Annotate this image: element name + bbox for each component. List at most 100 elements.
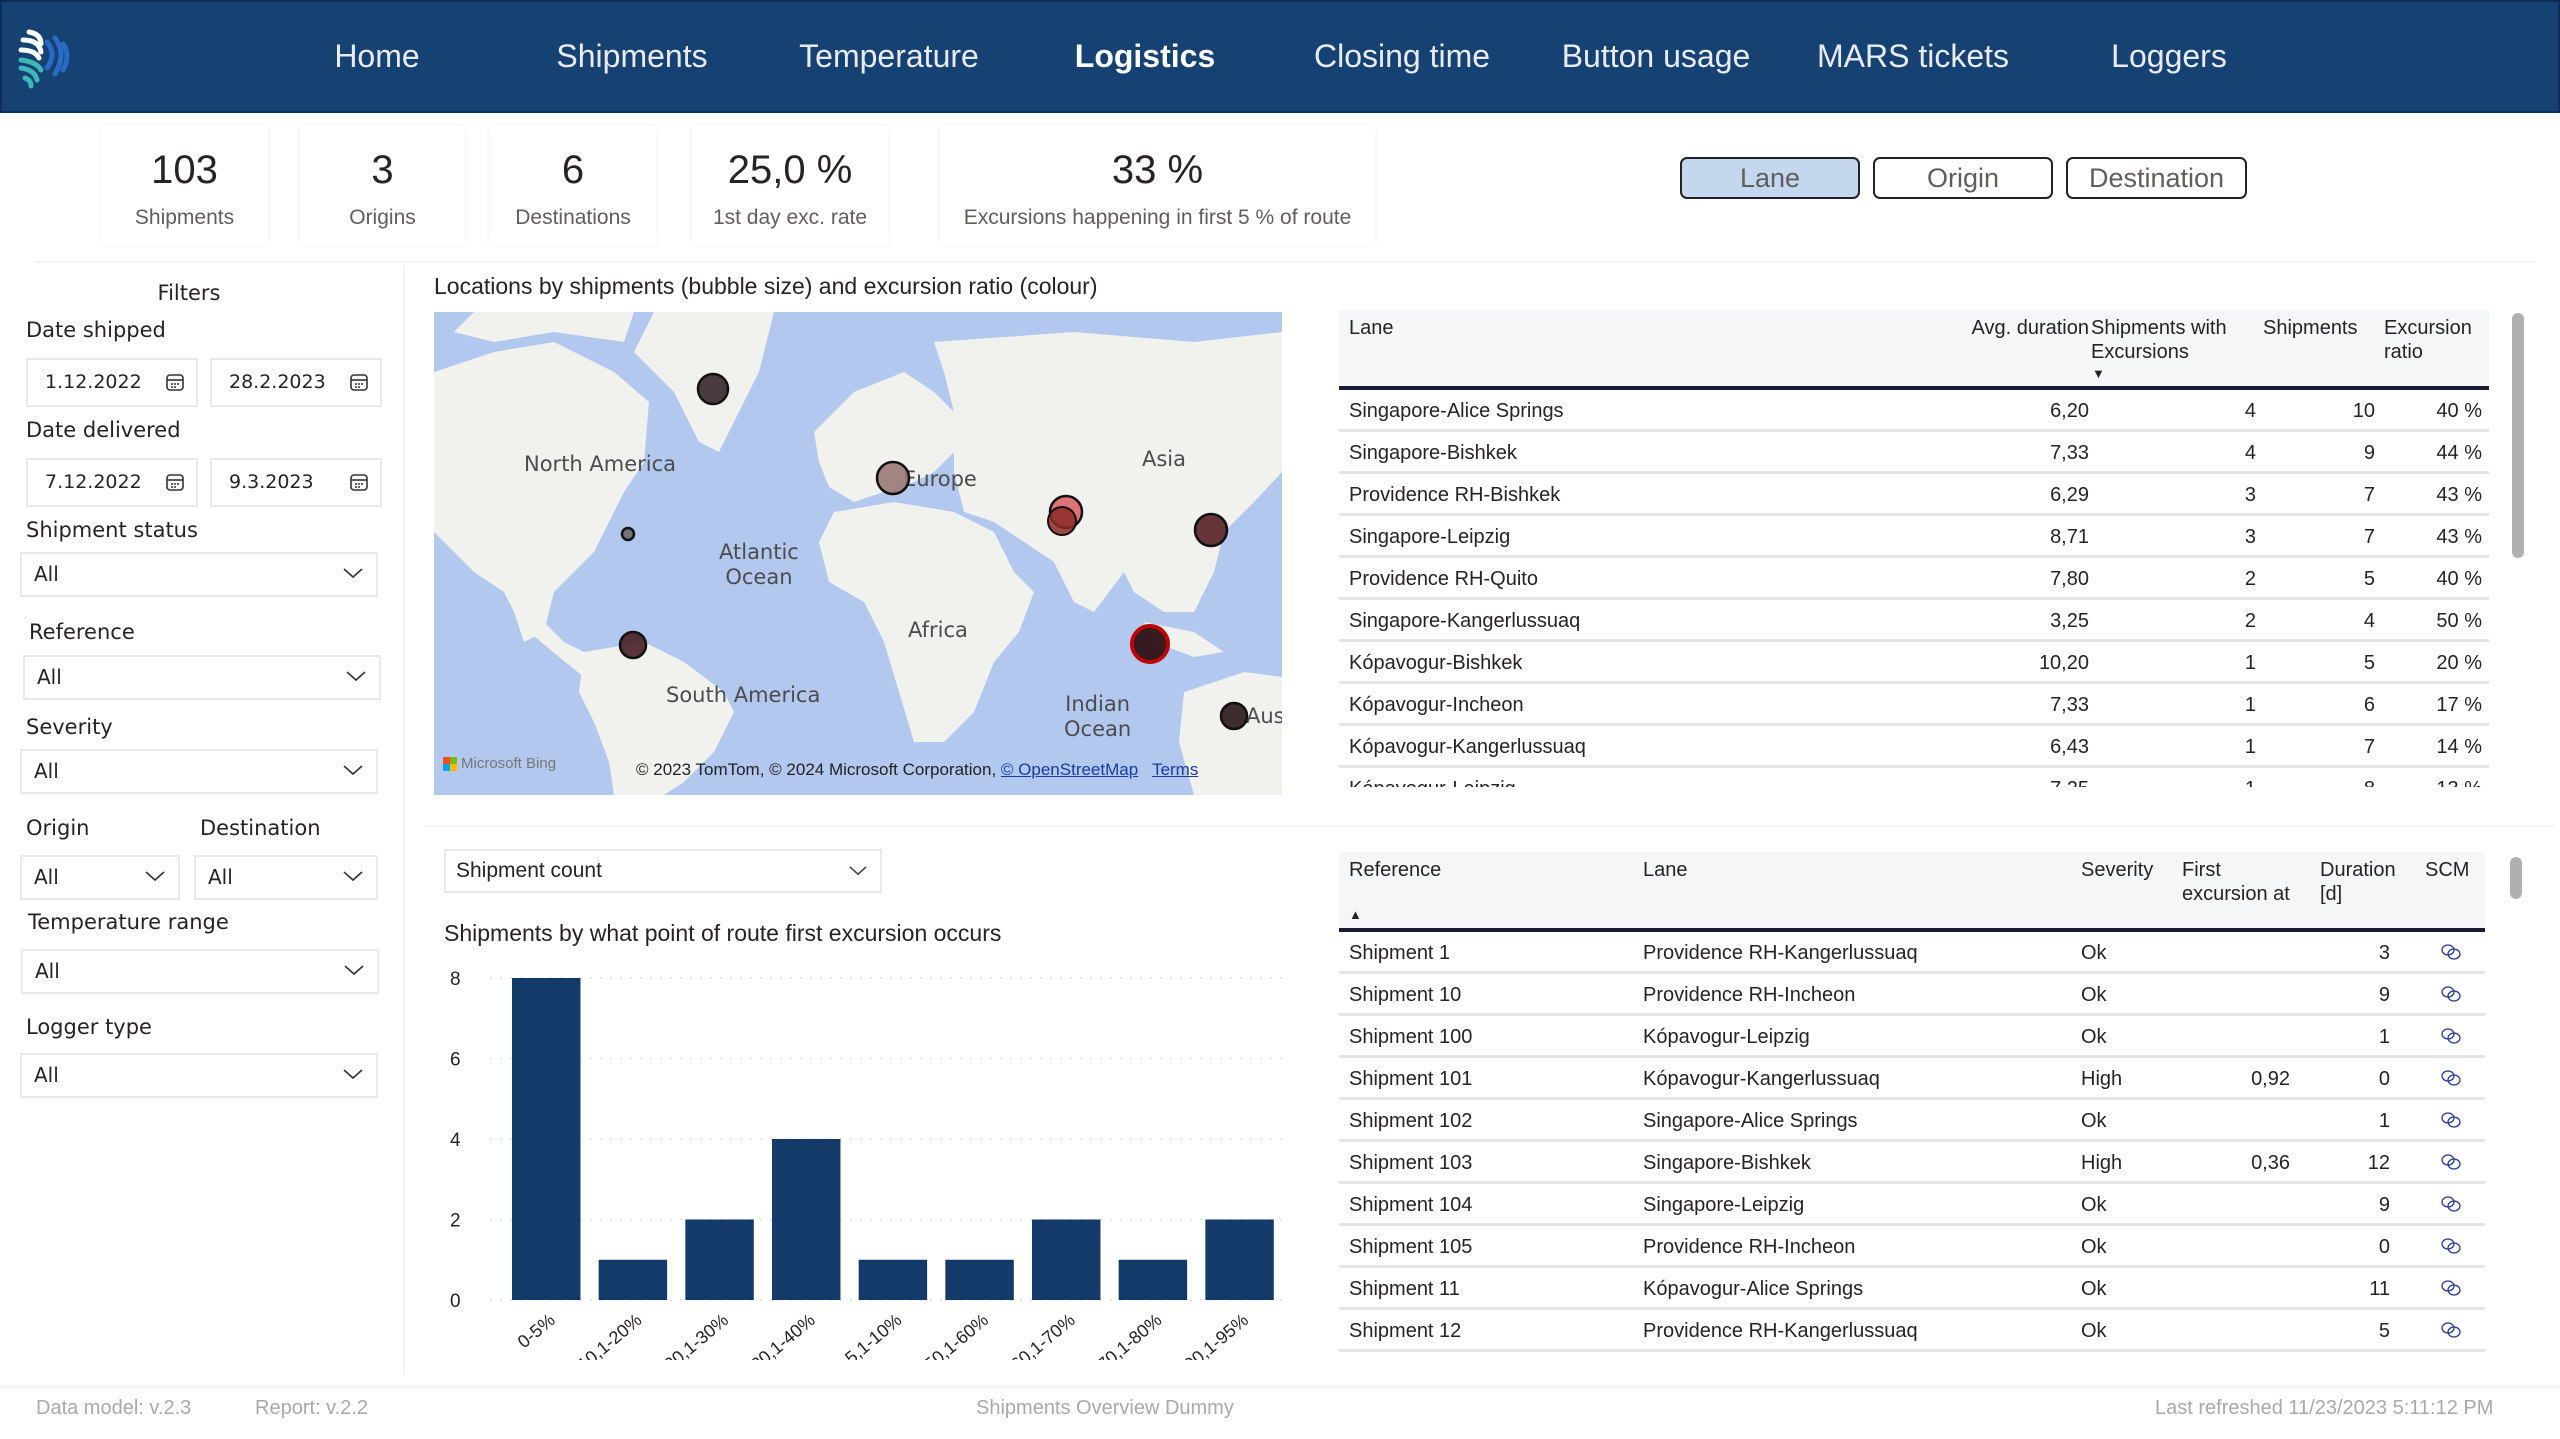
link-icon[interactable] [2440,1027,2462,1045]
openstreetmap-link[interactable]: © OpenStreetMap [1001,760,1138,779]
bar-70,1-80%[interactable] [1118,1259,1188,1300]
shipment-table-row[interactable]: Shipment 104 Singapore-Leipzig Ok 9 [1339,1184,2485,1226]
col-header-excursion-ratio[interactable]: Excursion ratio [2384,316,2484,364]
bar-90,1-95%[interactable] [1205,1219,1274,1301]
shipment-table-row[interactable]: Shipment 105 Providence RH-Incheon Ok 0 [1339,1226,2485,1268]
col-header-lane[interactable]: Lane [1643,858,1688,882]
lane-table-scrollbar[interactable] [2512,313,2524,558]
col-header-scm[interactable]: SCM [2425,858,2469,882]
lane-table-row[interactable]: Singapore-Alice Springs 6,20 4 10 40 % [1339,390,2489,432]
date-shipped-from-input[interactable]: 1.12.2022 [26,358,198,407]
map-bubble-quito[interactable] [618,630,648,660]
link-icon[interactable] [2440,1195,2462,1213]
link-icon[interactable] [2440,1069,2462,1087]
lane-table-row[interactable]: Singapore-Bishkek 7,33 4 9 44 % [1339,432,2489,474]
map-bubble-alice-springs[interactable] [1219,701,1249,731]
link-icon[interactable] [2440,1237,2462,1255]
calendar-icon[interactable] [166,373,184,391]
shipment-table-row[interactable]: Shipment 101 Kópavogur-Kangerlussuaq High 0… [1339,1058,2485,1100]
shipment-status-dropdown[interactable]: All [20,552,378,597]
reference-dropdown[interactable]: All [23,655,381,700]
lane-table-row[interactable]: Kópavogur-Bishkek 10,20 1 5 20 % [1339,642,2489,684]
chevron-down-icon [849,866,867,876]
bubble-map[interactable]: North America Europe Asia Atlantic Ocean… [434,312,1282,795]
avg-duration-cell: 7,25 [1919,778,2089,787]
nav-button-usage[interactable]: Button usage [1562,2,1751,111]
bar-60,1-70%[interactable] [1032,1219,1101,1301]
toggle-origin-button[interactable]: Origin [1873,157,2053,199]
terms-link[interactable]: Terms [1152,760,1198,779]
date-delivered-from-input[interactable]: 7.12.2022 [26,458,198,507]
shipment-table-row[interactable]: Shipment 10 Providence RH-Incheon Ok 9 [1339,974,2485,1016]
lane-table-row[interactable]: Providence RH-Bishkek 6,29 3 7 43 % [1339,474,2489,516]
shipment-table-row[interactable]: Shipment 11 Kópavogur-Alice Springs Ok 11 [1339,1268,2485,1310]
lane-table-row[interactable]: Kópavogur-Incheon 7,33 1 6 17 % [1339,684,2489,726]
shipment-status-label: Shipment status [26,518,198,542]
col-header-first-excursion[interactable]: First excursion at [2182,858,2302,906]
col-header-avg-duration[interactable]: Avg. duration [1919,316,2090,340]
link-icon[interactable] [2440,1111,2462,1129]
origin-label: Origin [26,816,90,840]
lane-table-row[interactable]: Providence RH-Quito 7,80 2 5 40 % [1339,558,2489,600]
link-icon[interactable] [2440,985,2462,1003]
calendar-icon[interactable] [350,473,368,491]
bar-50,1-60%[interactable] [945,1259,1014,1300]
toggle-lane-button[interactable]: Lane [1680,157,1860,199]
col-header-duration[interactable]: Duration [d] [2320,858,2410,906]
calendar-icon[interactable] [350,373,368,391]
shipment-table-row[interactable]: Shipment 12 Providence RH-Kangerlussuaq Ok… [1339,1310,2485,1352]
lane-table-row[interactable]: Singapore-Kangerlussuaq 3,25 2 4 50 % [1339,600,2489,642]
date-shipped-to-input[interactable]: 28.2.2023 [210,358,382,407]
destination-dropdown[interactable]: All [194,855,378,900]
shipment-table-row[interactable]: Shipment 100 Kópavogur-Leipzig Ok 1 [1339,1016,2485,1058]
map-bubble-incheon[interactable] [1193,512,1229,548]
nav-shipments[interactable]: Shipments [556,2,707,111]
link-icon[interactable] [2440,1279,2462,1297]
toggle-destination-button[interactable]: Destination [2066,157,2247,199]
temperature-range-dropdown[interactable]: All [21,949,379,994]
col-header-shipments[interactable]: Shipments [2263,316,2358,340]
nav-temperature[interactable]: Temperature [799,2,979,111]
map-bubble-kangerlussuaq[interactable] [696,372,730,406]
col-header-severity[interactable]: Severity [2081,858,2153,882]
lane-table-row[interactable]: Kópavogur-Leipzig 7,2518 13 % [1339,768,2489,787]
map-bubble-providence-rh[interactable] [620,526,636,542]
link-icon[interactable] [2440,943,2462,961]
map-bubble-bishkek-secondary[interactable] [1047,506,1077,536]
nav-mars-tickets[interactable]: MARS tickets [1817,2,2009,111]
temperature-range-label: Temperature range [28,910,229,934]
dropdown-value: All [37,665,62,689]
metric-dropdown[interactable]: Shipment count [444,849,882,893]
map-bubble-singapore[interactable] [1130,624,1170,664]
sort-descending-icon: ▼ [2092,366,2105,381]
nav-logistics[interactable]: Logistics [1075,2,1215,111]
shipment-table-row[interactable]: Shipment 103 Singapore-Bishkek High 0,36 12 [1339,1142,2485,1184]
nav-closing-time[interactable]: Closing time [1314,2,1490,111]
origin-dropdown[interactable]: All [20,855,180,900]
shipment-table-row[interactable]: Shipment 102 Singapore-Alice Springs Ok 1 [1339,1100,2485,1142]
bar-20,1-30%[interactable] [685,1219,754,1301]
bar-5,1-10%[interactable] [858,1259,928,1300]
col-header-lane[interactable]: Lane [1349,316,1394,340]
link-icon[interactable] [2440,1321,2462,1339]
bar-10,1-20%[interactable] [598,1259,668,1300]
dropdown-value: All [208,865,233,889]
link-icon[interactable] [2440,1153,2462,1171]
lane-table-row[interactable]: Singapore-Leipzig 8,71 3 7 43 % [1339,516,2489,558]
nav-loggers[interactable]: Loggers [2111,2,2227,111]
col-header-reference[interactable]: Reference [1349,858,1441,882]
bar-0-5%[interactable] [512,978,581,1300]
calendar-icon[interactable] [166,473,184,491]
col-header-shipments-with-excursions[interactable]: Shipments with Excursions [2091,316,2251,364]
severity-dropdown[interactable]: All [20,749,378,794]
logger-type-dropdown[interactable]: All [20,1053,378,1098]
nav-home[interactable]: Home [334,2,419,111]
shipment-table-scrollbar[interactable] [2510,857,2522,899]
first-excursion-cell: 0,92 [2251,1068,2290,1090]
bar-30,1-40%[interactable] [772,1139,841,1300]
date-delivered-to-input[interactable]: 9.3.2023 [210,458,382,507]
map-bubble-leipzig[interactable] [875,460,911,496]
lane-cell: Kópavogur-Bishkek [1349,652,1523,674]
shipment-table-row[interactable]: Shipment 1 Providence RH-Kangerlussuaq Ok 3 [1339,932,2485,974]
lane-table-row[interactable]: Kópavogur-Kangerlussuaq 6,43 1 7 14 % [1339,726,2489,768]
